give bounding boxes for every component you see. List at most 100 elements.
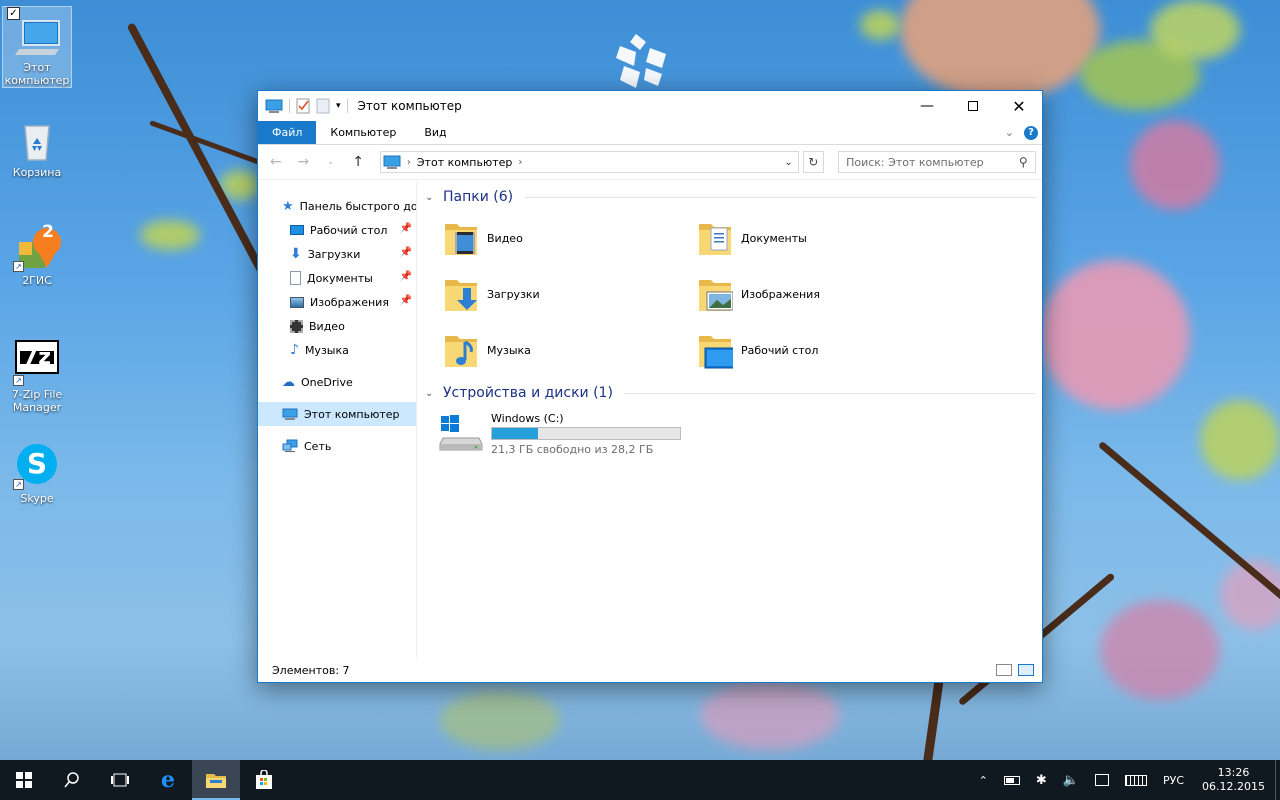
volume-button[interactable]: 🔈 xyxy=(1055,760,1087,800)
edge-button[interactable]: e xyxy=(144,760,192,800)
desktop-icon-this-pc[interactable]: ✓ Этот компьютер xyxy=(2,6,72,88)
folder-downloads[interactable]: Загрузки xyxy=(443,274,697,314)
tab-file[interactable]: Файл xyxy=(258,121,317,144)
tab-computer[interactable]: Компьютер xyxy=(316,121,410,144)
breadcrumb-separator-icon[interactable]: › xyxy=(407,157,411,168)
onedrive-cloud-icon: ☁ xyxy=(282,374,295,390)
breadcrumb-separator-icon[interactable]: › xyxy=(518,157,522,168)
task-view-icon xyxy=(111,773,129,787)
pin-icon[interactable]: 📌 xyxy=(400,295,412,306)
nav-quick-access[interactable]: ★ Панель быстрого доступа xyxy=(258,194,416,218)
folder-label: Рабочий стол xyxy=(741,343,819,357)
window-title: Этот компьютер xyxy=(357,99,462,113)
folder-label: Загрузки xyxy=(487,287,540,301)
new-folder-icon[interactable] xyxy=(316,98,330,114)
recycle-bin-icon xyxy=(13,116,61,164)
drive-c[interactable]: Windows (C:) 21,3 ГБ свободно из 28,2 ГБ xyxy=(425,404,1036,456)
action-center-button[interactable] xyxy=(1087,760,1117,800)
large-icons-view-button[interactable] xyxy=(1018,664,1034,676)
search-icon xyxy=(64,772,79,788)
shortcut-arrow-icon: ↗ xyxy=(13,479,24,490)
pin-icon[interactable]: 📌 xyxy=(400,223,412,234)
clock-date: 06.12.2015 xyxy=(1202,780,1265,793)
desktop-icon-7zip[interactable]: 7z ↗ 7-Zip File Manager xyxy=(2,334,72,414)
touch-keyboard-button[interactable] xyxy=(1117,760,1155,800)
folder-desktop[interactable]: Рабочий стол xyxy=(697,330,951,370)
search-box[interactable]: ⚲ xyxy=(838,151,1036,173)
taskbar: e ⌃ ✱ 🔈 РУС 13:26 06.12.2015 xyxy=(0,760,1280,800)
group-title: Папки (6) xyxy=(443,189,514,205)
task-view-button[interactable] xyxy=(96,760,144,800)
pin-icon[interactable]: 📌 xyxy=(400,271,412,282)
desktop-icon-2gis[interactable]: 2 ↗ 2ГИС xyxy=(2,220,72,287)
minimize-icon: — xyxy=(920,98,934,114)
collapse-chevron-icon[interactable]: ⌄ xyxy=(425,388,437,399)
folder-music[interactable]: Музыка xyxy=(443,330,697,370)
store-button[interactable] xyxy=(240,760,288,800)
breadcrumb-this-pc[interactable]: Этот компьютер xyxy=(417,156,513,169)
search-input[interactable] xyxy=(846,155,1020,169)
network-icon xyxy=(282,439,298,452)
nav-label: Музыка xyxy=(304,343,349,357)
explorer-window[interactable]: ▾ Этот компьютер — ✕ Файл Компьютер Вид … xyxy=(257,90,1043,683)
clock-time: 13:26 xyxy=(1217,766,1250,779)
desktop-icon-label: 2ГИС xyxy=(22,274,52,287)
refresh-button[interactable]: ↻ xyxy=(802,151,825,173)
nav-label: Панель быстрого доступа xyxy=(299,199,416,213)
selected-checkbox-icon[interactable]: ✓ xyxy=(7,7,20,20)
folder-videos[interactable]: Видео xyxy=(443,218,697,258)
shortcut-arrow-icon: ↗ xyxy=(13,261,24,272)
shortcut-arrow-icon: ↗ xyxy=(13,375,24,386)
forward-arrow-icon[interactable]: → xyxy=(291,154,314,170)
show-hidden-icons-button[interactable]: ⌃ xyxy=(971,760,996,800)
folders-grid: Видео Документы Загрузки Изображения Муз… xyxy=(425,208,1036,382)
recent-locations-chevron-icon[interactable]: ⌄ xyxy=(319,157,342,167)
drive-usage-bar xyxy=(491,427,681,440)
nav-downloads[interactable]: ⬇ Загрузки 📌 xyxy=(258,242,416,266)
nav-videos[interactable]: Видео xyxy=(258,314,416,338)
file-explorer-button[interactable] xyxy=(192,760,240,800)
nav-documents[interactable]: Документы 📌 xyxy=(258,266,416,290)
up-arrow-icon[interactable]: ↑ xyxy=(346,154,369,170)
nav-desktop[interactable]: Рабочий стол 📌 xyxy=(258,218,416,242)
battery-button[interactable] xyxy=(996,760,1028,800)
nav-music[interactable]: ♪ Музыка xyxy=(258,338,416,362)
group-header-folders[interactable]: ⌄ Папки (6) xyxy=(425,186,1036,208)
back-arrow-icon[interactable]: ← xyxy=(264,154,287,170)
address-bar[interactable]: › Этот компьютер › ⌄ xyxy=(379,151,799,173)
expand-ribbon-chevron-icon[interactable]: ⌄ xyxy=(1005,126,1014,139)
network-button[interactable]: ✱ xyxy=(1028,760,1055,800)
7zip-icon: 7z ↗ xyxy=(13,338,61,386)
desktop-icon-recycle-bin[interactable]: Корзина xyxy=(2,112,72,179)
pin-icon[interactable]: 📌 xyxy=(400,247,412,258)
address-history-chevron-icon[interactable]: ⌄ xyxy=(780,157,798,168)
tab-view[interactable]: Вид xyxy=(410,121,460,144)
nav-pictures[interactable]: Изображения 📌 xyxy=(258,290,416,314)
details-view-button[interactable] xyxy=(996,664,1012,676)
group-header-devices[interactable]: ⌄ Устройства и диски (1) xyxy=(425,382,1036,404)
help-button[interactable]: ? xyxy=(1024,125,1038,140)
show-desktop-button[interactable] xyxy=(1275,760,1280,800)
close-button[interactable]: ✕ xyxy=(996,91,1042,121)
pictures-icon xyxy=(290,296,304,308)
minimize-button[interactable]: — xyxy=(904,91,950,121)
title-bar[interactable]: ▾ Этот компьютер — ✕ xyxy=(258,91,1042,121)
clock[interactable]: 13:26 06.12.2015 xyxy=(1192,760,1275,800)
customize-toolbar-icon[interactable]: ▾ xyxy=(336,101,341,111)
nav-onedrive[interactable]: ☁ OneDrive xyxy=(258,370,416,394)
desktop-icon-skype[interactable]: S ↗ Skype xyxy=(2,438,72,505)
folder-documents[interactable]: Документы xyxy=(697,218,951,258)
this-pc-small-icon xyxy=(282,408,298,420)
search-button[interactable] xyxy=(48,760,96,800)
2gis-icon: 2 ↗ xyxy=(13,224,61,272)
nav-this-pc[interactable]: Этот компьютер xyxy=(258,402,416,426)
folder-pictures[interactable]: Изображения xyxy=(697,274,951,314)
folder-label: Видео xyxy=(487,231,523,245)
properties-icon[interactable] xyxy=(296,98,310,114)
start-button[interactable] xyxy=(0,760,48,800)
nav-network[interactable]: Сеть xyxy=(258,434,416,458)
language-indicator[interactable]: РУС xyxy=(1155,760,1192,800)
collapse-chevron-icon[interactable]: ⌄ xyxy=(425,192,437,203)
maximize-button[interactable] xyxy=(950,91,996,121)
desktop-icon-label: компьютер xyxy=(4,74,70,87)
